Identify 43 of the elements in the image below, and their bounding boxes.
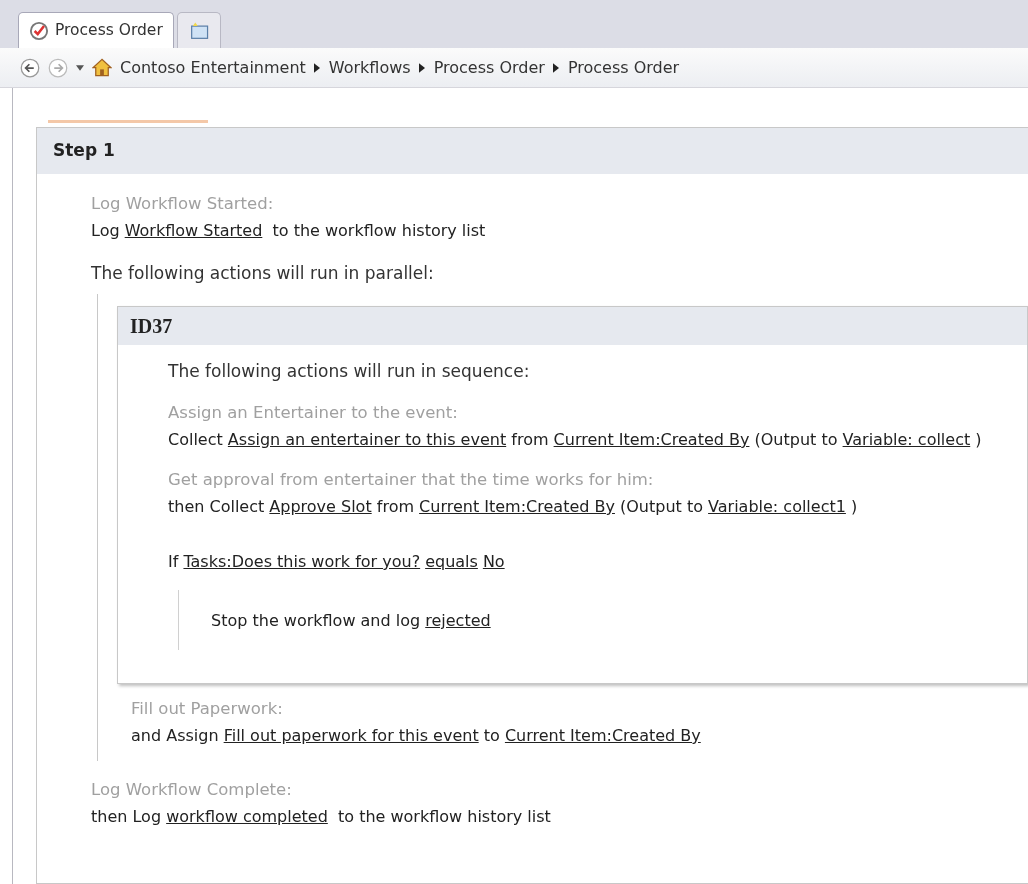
link[interactable]: Approve Slot <box>269 497 372 516</box>
action-caption: Fill out Paperwork: <box>131 698 283 720</box>
link[interactable]: equals <box>425 552 478 571</box>
action-sentence: Collect Assign an entertainer to this event from Current Item:Created By (Output to Variable: collect ) <box>168 429 982 451</box>
link[interactable]: workflow completed <box>166 807 328 826</box>
action-sentence: Stop the workflow and log rejected <box>211 610 491 632</box>
breadcrumb-item[interactable]: Workflows <box>328 55 411 80</box>
action-sentence: and Assign Fill out paperwork for this event to Current Item:Created By <box>131 725 701 747</box>
link[interactable]: Variable: collect1 <box>708 497 846 516</box>
link[interactable]: Fill out paperwork for this event <box>223 726 479 745</box>
link[interactable]: Workflow Started <box>124 221 263 240</box>
action-sentence: then Collect Approve Slot from Current Item:Created By (Output to Variable: collect1 ) <box>168 496 858 518</box>
link[interactable]: rejected <box>425 611 491 630</box>
link[interactable]: Variable: collect <box>842 430 971 449</box>
link[interactable]: Tasks:Does this work for you? <box>183 552 421 571</box>
separator-icon <box>418 62 425 73</box>
block-title: ID37 <box>118 307 1027 345</box>
parallel-label: The following actions will run in parallel: <box>91 262 434 284</box>
link[interactable]: Current Item:Created By <box>419 497 615 516</box>
action-caption: Log Workflow Started: <box>91 193 274 215</box>
back-icon[interactable] <box>20 57 40 78</box>
sequence-label: The following actions will run in sequence: <box>168 360 530 382</box>
tab[interactable]: Process Order <box>18 12 174 48</box>
breadcrumb-item[interactable]: Process Order <box>433 55 545 80</box>
dropdown-icon[interactable] <box>76 64 84 71</box>
action-sentence: If Tasks:Does this work for you? equals No <box>168 551 505 573</box>
link[interactable]: Current Item:Created By <box>504 726 701 745</box>
action-sentence: Log Workflow Started to the workflow history list <box>91 220 486 242</box>
link[interactable]: No <box>482 552 505 571</box>
breadcrumb-item[interactable]: Contoso Entertainment <box>120 55 306 80</box>
breadcrumb-item[interactable]: Process Order <box>567 55 680 80</box>
action-caption: Assign an Entertainer to the event: <box>168 402 458 424</box>
link[interactable]: Current Item:Created By <box>553 430 750 449</box>
action-caption: Log Workflow Complete: <box>91 779 292 801</box>
tab[interactable] <box>176 12 221 48</box>
link[interactable]: Assign an entertainer to this event <box>227 430 507 449</box>
home-icon[interactable] <box>92 58 112 77</box>
step-title: Step 1 <box>37 128 1028 174</box>
action-caption: Get approval from entertainer that the time works for him: <box>168 469 654 491</box>
workflow-icon <box>29 20 49 41</box>
separator-icon <box>313 62 320 73</box>
action-sentence: then Log workflow completed to the workflow history list <box>91 806 551 828</box>
separator-icon <box>552 62 559 73</box>
